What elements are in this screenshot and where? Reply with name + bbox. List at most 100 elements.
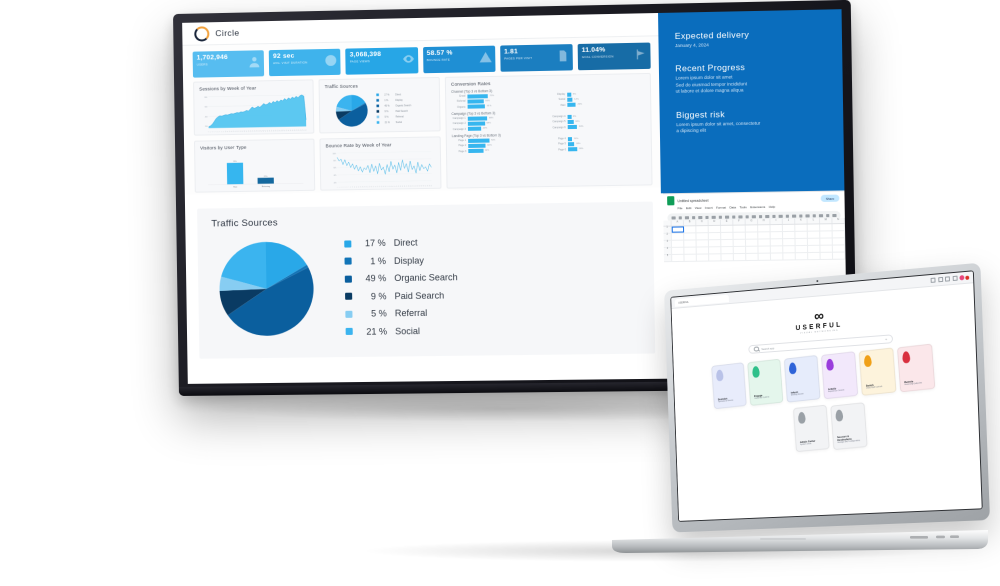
fill-icon[interactable] <box>758 214 763 219</box>
spreadsheet-cell[interactable] <box>832 231 846 238</box>
spreadsheet-cell[interactable] <box>708 232 722 240</box>
spreadsheet-cell[interactable] <box>770 253 784 260</box>
spreadsheet-cell[interactable] <box>671 233 685 240</box>
undo-icon[interactable] <box>671 216 676 220</box>
menu-item[interactable]: Insert <box>705 206 713 210</box>
spreadsheet-cell[interactable] <box>745 239 759 246</box>
percent-icon[interactable] <box>711 215 716 220</box>
search-input[interactable]: Search app <box>761 346 774 351</box>
spreadsheet-cell[interactable] <box>820 245 833 252</box>
column-header[interactable]: A <box>671 220 684 226</box>
app-card[interactable]: Sources & Destinations Manage and Configu… <box>830 402 868 451</box>
print-icon[interactable] <box>684 215 689 220</box>
row-header[interactable]: 5 <box>663 254 673 262</box>
extension-icon[interactable] <box>930 277 936 283</box>
app-card[interactable]: Decision Operational Visions <box>711 362 747 410</box>
download-icon[interactable] <box>945 276 951 282</box>
spreadsheet-cell[interactable] <box>820 231 833 238</box>
spreadsheet-cell[interactable] <box>672 254 685 262</box>
spreadsheet-cell[interactable] <box>684 226 697 233</box>
redo-icon[interactable] <box>678 216 682 220</box>
spreadsheet-cell[interactable] <box>684 247 697 254</box>
app-card[interactable]: Admin Center System Users <box>792 404 830 453</box>
spreadsheet-cell[interactable] <box>783 253 796 260</box>
spreadsheet-cell[interactable] <box>696 254 710 261</box>
spreadsheet-cell[interactable] <box>782 231 796 239</box>
spreadsheet-cell[interactable] <box>832 252 846 259</box>
app-card[interactable]: Engage Corporate Screens <box>747 358 784 407</box>
spreadsheet-cell[interactable] <box>758 246 771 253</box>
spreadsheet-cell[interactable] <box>708 240 722 247</box>
spreadsheet-cell[interactable] <box>709 247 722 254</box>
row-header[interactable]: 1 <box>663 226 672 233</box>
spreadsheet-cell[interactable] <box>684 254 697 261</box>
column-header[interactable]: B <box>683 220 697 226</box>
link-icon[interactable] <box>805 214 810 218</box>
spreadsheet-cell[interactable] <box>770 239 784 246</box>
spreadsheet-cell[interactable] <box>820 238 833 245</box>
spreadsheet-cell[interactable] <box>807 238 821 245</box>
column-header[interactable]: I <box>770 218 783 225</box>
spreadsheet-cell[interactable] <box>795 231 808 238</box>
spreadsheet-cell[interactable] <box>696 233 709 240</box>
spreadsheet-cell[interactable] <box>820 252 834 259</box>
spreadsheet-cell[interactable] <box>746 246 759 253</box>
spreadsheet-cell[interactable] <box>733 225 746 232</box>
font-icon[interactable] <box>724 215 729 219</box>
spreadsheet-cell[interactable] <box>733 239 747 246</box>
borders-icon[interactable] <box>765 214 769 219</box>
spreadsheet-cell[interactable] <box>758 253 772 260</box>
spreadsheet-cell[interactable] <box>672 247 685 254</box>
spreadsheet-cell[interactable] <box>758 232 771 239</box>
spreadsheet-cell[interactable] <box>684 233 697 240</box>
spreadsheet-cell[interactable] <box>808 245 821 253</box>
functions-icon[interactable] <box>832 213 837 218</box>
strike-icon[interactable] <box>745 215 749 219</box>
wrap-icon[interactable] <box>792 214 796 218</box>
column-header[interactable]: D <box>708 219 722 226</box>
spreadsheet-cell[interactable] <box>770 224 783 232</box>
row-header[interactable]: 3 <box>663 240 673 247</box>
spreadsheet-cell[interactable] <box>696 226 709 233</box>
spreadsheet-cell[interactable] <box>770 246 784 253</box>
kpi-card[interactable]: 11.04% GOAL CONVERSION <box>577 42 651 71</box>
spreadsheet-cell[interactable] <box>807 224 821 231</box>
column-header[interactable]: H <box>758 219 771 225</box>
filter-icon[interactable] <box>825 213 830 218</box>
text-color-icon[interactable] <box>751 214 756 219</box>
spreadsheet-cell[interactable] <box>832 238 846 245</box>
menu-item[interactable]: View <box>695 206 702 210</box>
spreadsheet-cell[interactable] <box>708 225 722 233</box>
kpi-card[interactable]: 92 sec AVG. VISIT DURATION <box>268 48 341 77</box>
italic-icon[interactable] <box>738 215 743 219</box>
spreadsheet-cell[interactable] <box>696 240 710 247</box>
zoom-icon[interactable] <box>698 215 702 220</box>
user-avatar-icon[interactable] <box>959 275 965 281</box>
rotate-icon[interactable] <box>798 214 803 218</box>
spreadsheet-cell[interactable] <box>721 247 734 254</box>
column-header[interactable]: L <box>807 218 821 224</box>
spreadsheet-cell[interactable] <box>832 224 846 231</box>
spreadsheet-cell[interactable] <box>746 253 759 261</box>
spreadsheet-cell[interactable] <box>721 232 734 240</box>
spreadsheet-cell[interactable] <box>770 232 784 239</box>
spreadsheet-cell[interactable] <box>808 252 821 260</box>
menu-item[interactable]: Format <box>716 205 726 209</box>
spreadsheet-cell[interactable] <box>783 238 796 246</box>
spreadsheet-cell[interactable] <box>758 225 771 232</box>
spreadsheet-cell[interactable] <box>733 232 746 239</box>
menu-item[interactable]: Help <box>769 205 775 209</box>
menu-icon[interactable] <box>952 275 958 282</box>
spreadsheet-cell[interactable] <box>758 239 771 246</box>
valign-icon[interactable] <box>785 214 789 219</box>
row-header[interactable]: 4 <box>663 247 673 255</box>
app-card[interactable]: Remote Streaming Endpoints <box>896 343 936 393</box>
spreadsheet-cell[interactable] <box>671 240 685 247</box>
spreadsheet-cell[interactable] <box>807 231 821 238</box>
plus-icon[interactable]: + <box>885 336 887 341</box>
menu-item[interactable]: Tools <box>739 205 746 209</box>
spreadsheet-cell[interactable] <box>795 253 809 260</box>
currency-icon[interactable] <box>704 215 709 220</box>
app-card[interactable]: Switch Video Wall Controls <box>858 347 897 396</box>
spreadsheet-cell[interactable] <box>745 225 759 232</box>
